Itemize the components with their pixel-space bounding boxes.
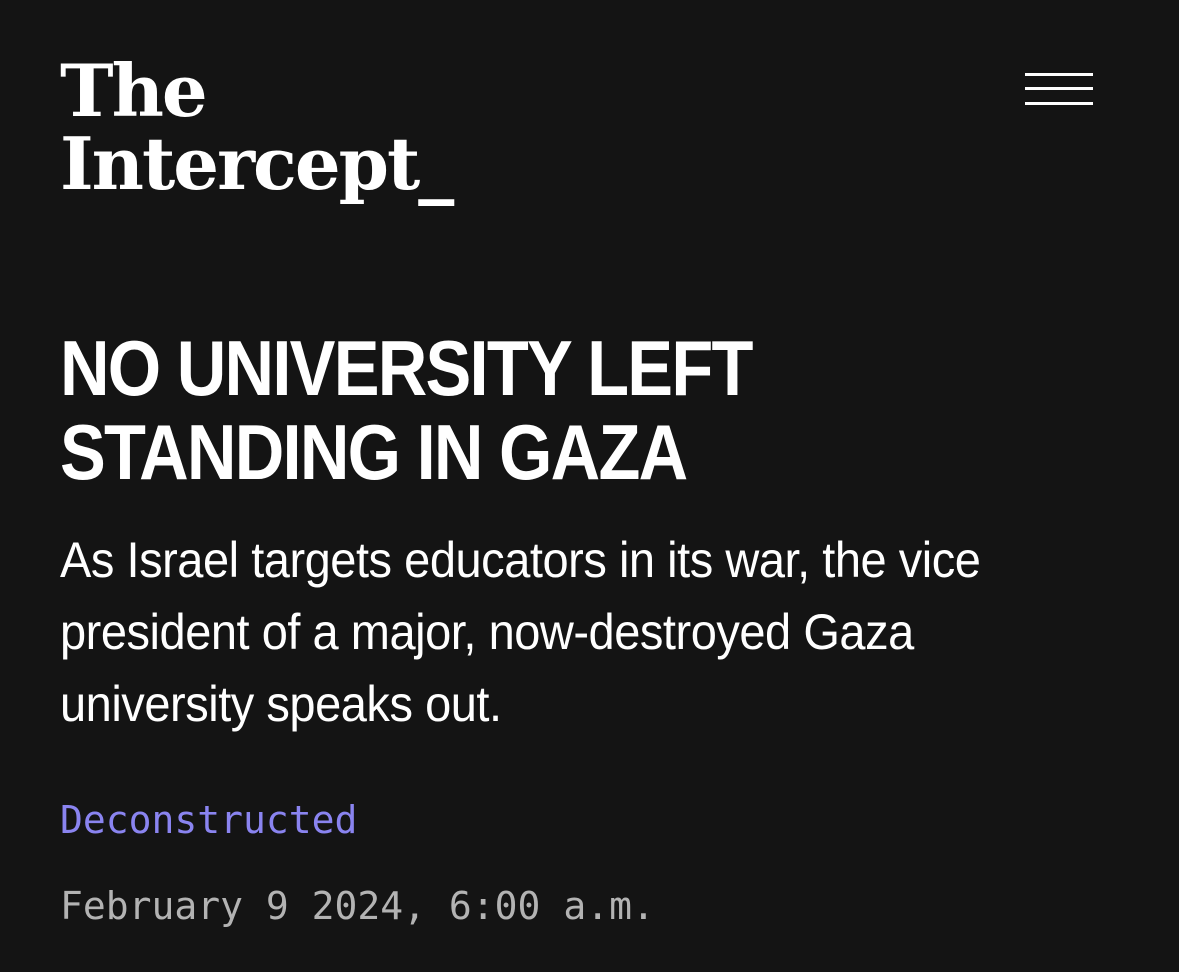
menu-bar-top xyxy=(1025,73,1093,76)
site-logo[interactable]: The Intercept_ xyxy=(60,48,454,206)
article-dek: As Israel targets educators in its war, … xyxy=(60,532,981,732)
article-date: February 9 2024, 6:00 a.m. xyxy=(60,884,655,928)
site-header: The Intercept_ xyxy=(0,0,1179,240)
logo-line-1: The xyxy=(60,48,208,133)
menu-bar-bottom xyxy=(1025,102,1093,105)
logo-line-2: Intercept_ xyxy=(60,121,454,206)
menu-bar-middle xyxy=(1025,87,1093,90)
article-headline: NO UNIVERSITY LEFT STANDING IN GAZA xyxy=(60,324,753,496)
section-link[interactable]: Deconstructed xyxy=(60,796,357,844)
hamburger-menu-icon[interactable] xyxy=(1020,70,1098,114)
